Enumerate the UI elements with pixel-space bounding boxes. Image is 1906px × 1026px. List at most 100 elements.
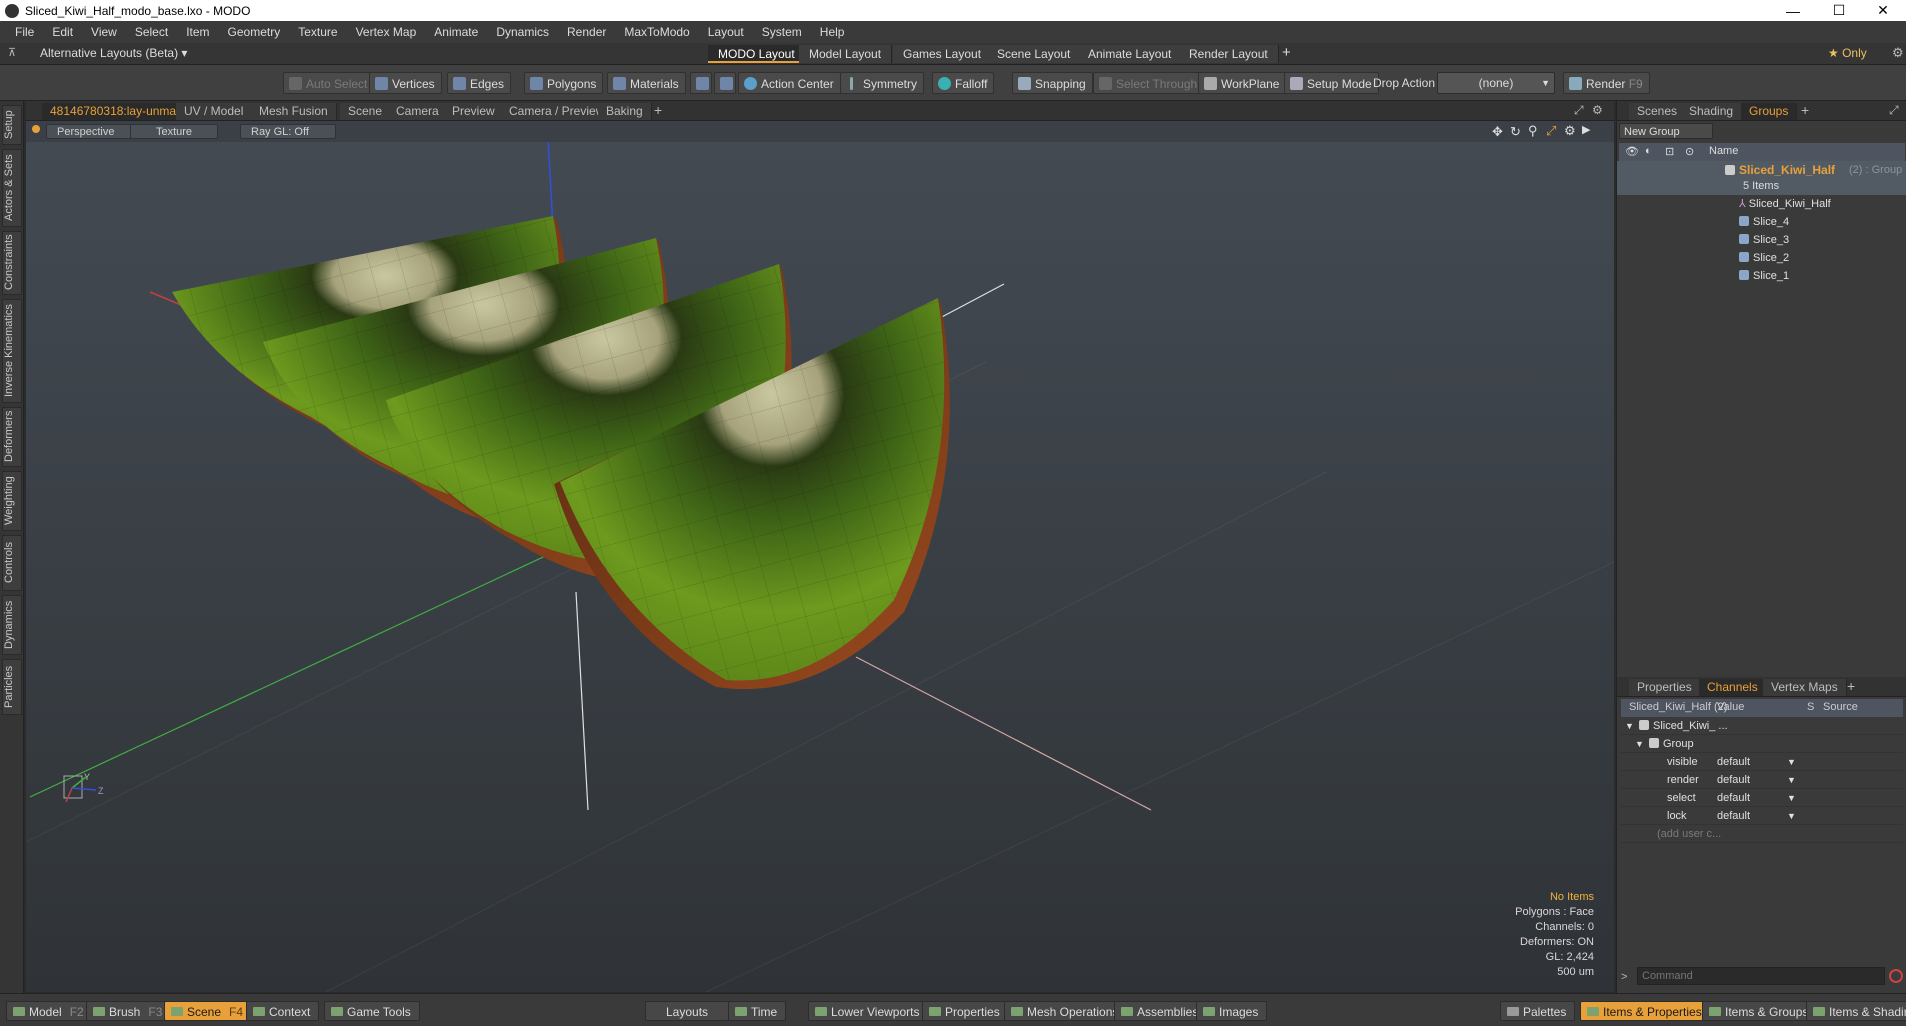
- tree-item-slice-4[interactable]: Slice_4: [1617, 213, 1906, 231]
- tab-scene[interactable]: Scene: [340, 103, 392, 120]
- menu-render[interactable]: Render: [558, 25, 615, 39]
- menu-dynamics[interactable]: Dynamics: [487, 25, 558, 39]
- menu-select[interactable]: Select: [126, 25, 177, 39]
- tab-modo-layout[interactable]: MODO Layout: [708, 45, 806, 63]
- vtab-inverse-kinematics[interactable]: Inverse Kinematics: [2, 299, 22, 403]
- vtab-setup[interactable]: Setup: [2, 105, 22, 145]
- tree-item-slice-2[interactable]: Slice_2: [1617, 249, 1906, 267]
- select-through-button[interactable]: Select Through: [1093, 72, 1205, 94]
- tab-model-layout[interactable]: Model Layout: [799, 45, 893, 63]
- drop-action-select[interactable]: (none) ▼: [1437, 72, 1555, 94]
- shading-dropdown[interactable]: Texture: [130, 124, 218, 139]
- close-button[interactable]: ✕: [1860, 0, 1906, 21]
- tab-games-layout[interactable]: Games Layout: [893, 45, 993, 63]
- lock-icon[interactable]: ⊡: [1665, 145, 1674, 158]
- time-button[interactable]: Time: [728, 1001, 787, 1021]
- menu-system[interactable]: System: [753, 25, 811, 39]
- items-groups-button[interactable]: Items & Groups: [1702, 1001, 1818, 1021]
- add-layout-button[interactable]: +: [1282, 44, 1291, 61]
- command-input[interactable]: [1637, 967, 1885, 985]
- add-user-channel-row[interactable]: (add user c...: [1621, 825, 1903, 843]
- viewport-options-icon[interactable]: ⚙: [1564, 123, 1576, 139]
- tab-render-layout[interactable]: Render Layout: [1179, 45, 1279, 63]
- tab-channels[interactable]: Channels: [1699, 679, 1767, 696]
- gear-icon[interactable]: ⚙: [1892, 45, 1904, 61]
- vtab-constraints[interactable]: Constraints: [2, 231, 22, 295]
- tab-camera[interactable]: Camera: [388, 103, 448, 120]
- tree-item-sliced-kiwi-half[interactable]: ⅄ Sliced_Kiwi_Half: [1617, 195, 1906, 213]
- zoom-icon[interactable]: ⚲: [1528, 123, 1538, 139]
- only-toggle[interactable]: ★ Only: [1828, 46, 1867, 60]
- tab-camera-preview[interactable]: Camera / Preview: [501, 103, 614, 120]
- tab-animate-layout[interactable]: Animate Layout: [1078, 45, 1183, 63]
- game-tools-button[interactable]: Game Tools: [324, 1001, 420, 1021]
- menu-layout[interactable]: Layout: [699, 25, 753, 39]
- brush-button[interactable]: Brush F3: [86, 1001, 172, 1021]
- snapping-button[interactable]: Snapping: [1012, 72, 1093, 94]
- tab-properties[interactable]: Properties: [1629, 679, 1701, 696]
- view-type-dropdown[interactable]: Perspective: [46, 124, 132, 139]
- channel-root-row[interactable]: ▼ Sliced_Kiwi_ ...: [1621, 717, 1903, 735]
- rotate-icon[interactable]: ↻: [1510, 124, 1521, 140]
- new-group-button[interactable]: New Group: [1619, 123, 1713, 139]
- menu-file[interactable]: File: [6, 25, 43, 39]
- context-button[interactable]: Context: [246, 1001, 320, 1021]
- channel-visible-row[interactable]: visible default ▼: [1621, 753, 1903, 771]
- menu-texture[interactable]: Texture: [289, 25, 346, 39]
- chevron-down-icon[interactable]: ▼: [1787, 771, 1796, 789]
- maximize-button[interactable]: ☐: [1816, 0, 1862, 21]
- items-properties-button[interactable]: Items & Properties: [1580, 1001, 1711, 1021]
- channel-value[interactable]: default: [1717, 771, 1750, 789]
- vtab-dynamics[interactable]: Dynamics: [2, 595, 22, 655]
- vertices-button[interactable]: Vertices: [369, 72, 442, 94]
- select-toggle-icon[interactable]: ⊙: [1685, 145, 1694, 158]
- raygl-toggle[interactable]: Ray GL: Off: [240, 124, 336, 139]
- tab-vertex-maps[interactable]: Vertex Maps: [1763, 679, 1847, 696]
- chevron-down-icon[interactable]: ▼: [1787, 807, 1796, 825]
- channel-value[interactable]: default: [1717, 789, 1750, 807]
- select-mode-icon-1[interactable]: [690, 72, 712, 94]
- command-stop-icon[interactable]: [1889, 969, 1903, 983]
- select-mode-icon-2[interactable]: [714, 72, 736, 94]
- channel-render-row[interactable]: render default ▼: [1621, 771, 1903, 789]
- falloff-button[interactable]: Falloff: [932, 72, 995, 94]
- menu-geometry[interactable]: Geometry: [219, 25, 290, 39]
- add-viewport-tab[interactable]: +: [654, 102, 662, 118]
- channel-lock-row[interactable]: lock default ▼: [1621, 807, 1903, 825]
- render-button[interactable]: Render F9: [1563, 72, 1650, 94]
- mesh-operations-button[interactable]: Mesh Operations: [1004, 1001, 1128, 1021]
- tree-item-slice-1[interactable]: Slice_1: [1617, 267, 1906, 285]
- auto-select-button[interactable]: Auto Select: [283, 72, 375, 94]
- channel-value[interactable]: default: [1717, 753, 1750, 771]
- tab-preview[interactable]: Preview: [444, 103, 504, 120]
- vtab-deformers[interactable]: Deformers: [2, 407, 22, 467]
- menu-view[interactable]: View: [82, 25, 126, 39]
- alternative-layouts-dropdown[interactable]: Alternative Layouts (Beta) ▾: [40, 46, 187, 60]
- palettes-button[interactable]: Palettes: [1500, 1001, 1576, 1021]
- menu-item[interactable]: Item: [177, 25, 218, 39]
- tab-uv-model[interactable]: UV / Model: [176, 103, 253, 120]
- model-button[interactable]: Model F2: [6, 1001, 93, 1021]
- pan-icon[interactable]: ✥: [1492, 124, 1503, 140]
- menu-edit[interactable]: Edit: [43, 25, 82, 39]
- maximize-viewport-icon[interactable]: ⤢: [1574, 103, 1584, 118]
- tab-baking[interactable]: Baking: [598, 103, 652, 120]
- workplane-button[interactable]: WorkPlane: [1198, 72, 1287, 94]
- channel-select-row[interactable]: select default ▼: [1621, 789, 1903, 807]
- setup-mode-button[interactable]: Setup Mode: [1284, 72, 1379, 94]
- tree-item-slice-3[interactable]: Slice_3: [1617, 231, 1906, 249]
- add-panel-tab[interactable]: +: [1801, 102, 1809, 118]
- tab-lay-unmax[interactable]: 48146780318:lay-unmax: [42, 103, 192, 120]
- tab-shading[interactable]: Shading: [1681, 103, 1743, 120]
- vtab-weighting[interactable]: Weighting: [2, 471, 22, 531]
- menu-vertex-map[interactable]: Vertex Map: [347, 25, 426, 39]
- vtab-particles[interactable]: Particles: [2, 659, 22, 715]
- fit-icon[interactable]: ⤢: [1546, 123, 1556, 139]
- vtab-actors-sets[interactable]: Actors & Sets: [2, 149, 22, 227]
- minimize-button[interactable]: —: [1770, 0, 1816, 21]
- action-center-button[interactable]: Action Center: [738, 72, 841, 94]
- chevron-down-icon[interactable]: ▼: [1787, 753, 1796, 771]
- channel-value[interactable]: default: [1717, 807, 1750, 825]
- polygons-button[interactable]: Polygons: [524, 72, 604, 94]
- assemblies-button[interactable]: Assemblies: [1114, 1001, 1208, 1021]
